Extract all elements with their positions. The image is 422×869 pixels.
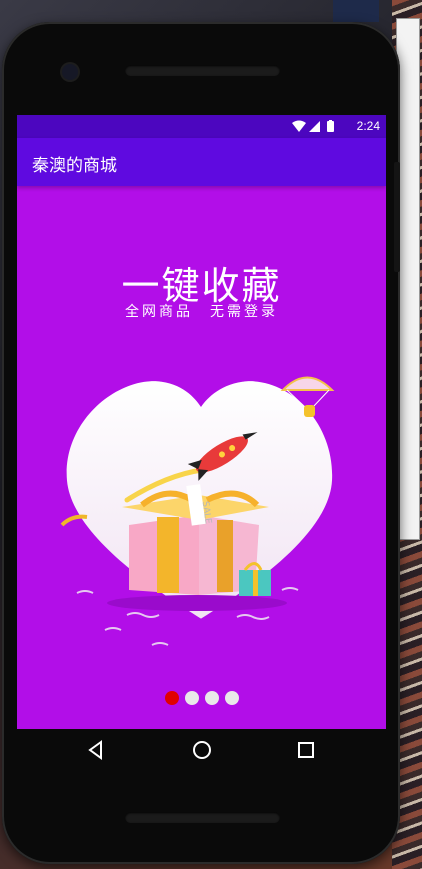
wifi-icon bbox=[292, 120, 306, 132]
front-camera bbox=[62, 64, 78, 80]
app-title: 秦澳的商城 bbox=[32, 156, 117, 175]
status-time: 2:24 bbox=[356, 119, 380, 133]
home-icon[interactable] bbox=[189, 737, 215, 763]
navigation-bar bbox=[17, 729, 386, 771]
battery-icon bbox=[327, 121, 334, 132]
screen: 2:24 秦澳的商城 一键收藏 全网商品 无需登录 SALE bbox=[17, 115, 386, 729]
page-dot[interactable] bbox=[164, 691, 179, 705]
status-bar: 2:24 bbox=[17, 115, 386, 138]
phone-frame: 2:24 秦澳的商城 一键收藏 全网商品 无需登录 SALE bbox=[2, 22, 400, 864]
earpiece-speaker bbox=[125, 65, 280, 76]
page-dot[interactable] bbox=[224, 691, 239, 705]
signal-icon bbox=[309, 121, 320, 132]
app-bar: 秦澳的商城 bbox=[17, 138, 386, 186]
page-dot[interactable] bbox=[204, 691, 219, 705]
back-icon[interactable] bbox=[83, 737, 109, 763]
page-indicator bbox=[17, 690, 386, 706]
banner-subline: 全网商品 无需登录 bbox=[125, 304, 278, 320]
desktop-icon bbox=[333, 0, 379, 22]
bottom-speaker bbox=[125, 812, 280, 823]
gift-heart-illustration[interactable]: SALE bbox=[17, 345, 386, 665]
page-dot[interactable] bbox=[184, 691, 199, 705]
recents-icon[interactable] bbox=[293, 737, 319, 763]
status-icons bbox=[292, 120, 334, 132]
